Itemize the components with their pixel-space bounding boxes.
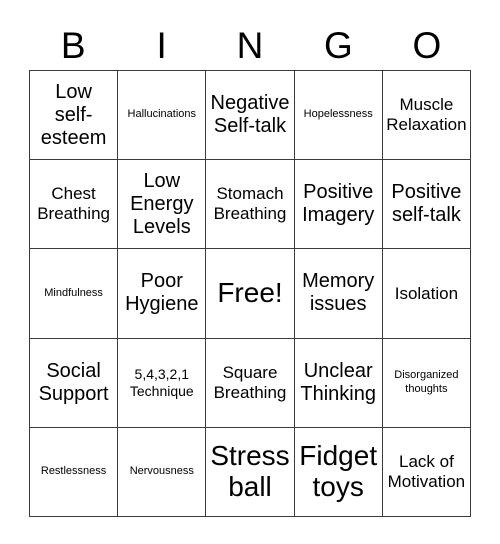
bingo-card: B I N G O Low self- esteem Hallucinations Nega… [0, 0, 500, 544]
bingo-cell-label: Chest Breathing [37, 184, 110, 224]
bingo-cell-r5-c4[interactable]: Fidget toys [294, 427, 383, 517]
bingo-cell-label: Positive Imagery [302, 181, 375, 227]
bingo-cell-r2-c5[interactable]: Positive self-talk [382, 160, 471, 250]
bingo-cell-r4-c4[interactable]: Unclear Thinking [294, 338, 383, 428]
bingo-cell-label: Hopelessness [303, 108, 373, 121]
bingo-cell-label: Lack of Motivation [387, 452, 466, 491]
bingo-cell-label: Stomach Breathing [213, 184, 287, 224]
bingo-cell-label: Poor Hygiene [125, 270, 199, 316]
bingo-cell-r3-c1[interactable]: Mindfulness [30, 249, 119, 339]
bingo-cell-label: Square Breathing [213, 362, 287, 402]
bingo-cell-r4-c1[interactable]: Social Support [30, 338, 119, 428]
bingo-cell-r1-c2[interactable]: Hallucinations [118, 71, 207, 161]
bingo-cell-r2-c4[interactable]: Positive Imagery [294, 160, 383, 250]
bingo-cell-label: Negative Self-talk [210, 92, 290, 138]
bingo-cell-r5-c3[interactable]: Stress ball [206, 427, 295, 517]
bingo-header-letter-n: N [236, 25, 264, 66]
bingo-cell-label: Social Support [38, 359, 109, 405]
bingo-cell-label: Disorganized thoughts [394, 369, 459, 395]
bingo-cell-r2-c3[interactable]: Stomach Breathing [206, 160, 295, 250]
bingo-cell-label: Low Energy Levels [130, 169, 194, 238]
bingo-grid: Low self- esteem Hallucinations Negative S… [29, 70, 471, 517]
bingo-cell-r5-c5[interactable]: Lack of Motivation [382, 427, 471, 517]
bingo-cell-r5-c1[interactable]: Restlessness [30, 427, 119, 517]
bingo-cell-r2-c1[interactable]: Chest Breathing [30, 160, 119, 250]
bingo-cell-r5-c2[interactable]: Nervousness [118, 427, 207, 517]
bingo-cell-r1-c4[interactable]: Hopelessness [294, 71, 383, 161]
bingo-cell-r3-c3[interactable]: Free! [206, 249, 295, 339]
bingo-cell-label: Free! [217, 277, 283, 309]
bingo-cell-r4-c5[interactable]: Disorganized thoughts [382, 338, 471, 428]
bingo-cell-label: Restlessness [40, 465, 107, 478]
bingo-header-letter-g: G [324, 25, 353, 66]
bingo-cell-r1-c3[interactable]: Negative Self-talk [206, 71, 295, 161]
bingo-cell-r2-c2[interactable]: Low Energy Levels [118, 160, 207, 250]
bingo-header-letter-i: I [156, 25, 167, 66]
bingo-cell-r4-c3[interactable]: Square Breathing [206, 338, 295, 428]
bingo-cell-label: Low self- esteem [40, 80, 107, 149]
bingo-header-letter-b: B [60, 25, 86, 66]
bingo-cell-label: Positive self-talk [391, 181, 462, 227]
bingo-cell-label: Fidget toys [299, 440, 378, 502]
bingo-cell-label: Isolation [394, 283, 459, 303]
bingo-cell-r3-c2[interactable]: Poor Hygiene [118, 249, 207, 339]
bingo-cell-r1-c1[interactable]: Low self- esteem [30, 71, 119, 161]
bingo-cell-r1-c5[interactable]: Muscle Relaxation [382, 71, 471, 161]
bingo-cell-label: Mindfulness [44, 286, 103, 299]
bingo-header: BINGO [29, 21, 471, 70]
bingo-cell-label: Memory issues [302, 270, 375, 316]
bingo-cell-r3-c4[interactable]: Memory issues [294, 249, 383, 339]
bingo-cell-label: Stress ball [210, 440, 290, 502]
bingo-cell-label: Nervousness [129, 465, 194, 478]
bingo-cell-r3-c5[interactable]: Isolation [382, 249, 471, 339]
bingo-header-letter-o: O [412, 25, 442, 66]
bingo-cell-label: 5,4,3,2,1 Technique [129, 365, 194, 399]
bingo-cell-r4-c2[interactable]: 5,4,3,2,1 Technique [118, 338, 207, 428]
bingo-cell-label: Hallucinations [127, 108, 197, 121]
bingo-cell-label: Muscle Relaxation [386, 95, 467, 135]
bingo-cell-label: Unclear Thinking [300, 359, 376, 405]
